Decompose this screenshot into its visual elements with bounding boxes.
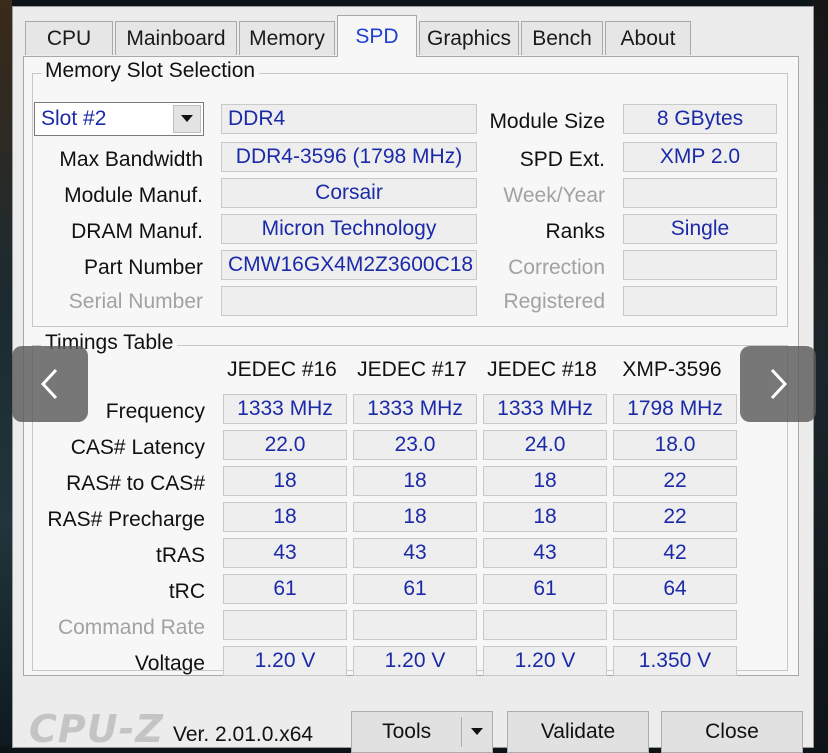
max-bandwidth-label: Max Bandwidth [59, 148, 203, 171]
version-label: Ver. 2.01.0.x64 [173, 723, 314, 746]
chevron-right-icon [770, 368, 788, 400]
module-size-label: Module Size [489, 110, 605, 133]
timing-cell: 18 [483, 466, 607, 496]
timing-cell: 61 [353, 574, 477, 604]
timing-cell [353, 610, 477, 640]
timing-cell [483, 610, 607, 640]
ranks-label: Ranks [545, 220, 605, 243]
tab-spd[interactable]: SPD [337, 15, 417, 57]
validate-button[interactable]: Validate [507, 711, 649, 753]
serial-number-label: Serial Number [68, 290, 203, 313]
tab-mainboard[interactable]: Mainboard [115, 21, 237, 55]
ranks-field: Single [623, 214, 777, 244]
correction-field [623, 250, 777, 280]
timing-row-label: Voltage [134, 652, 205, 675]
timing-cell: 18 [223, 502, 347, 532]
timing-cell: 24.0 [483, 430, 607, 460]
registered-field [623, 286, 777, 316]
tab-memory[interactable]: Memory [239, 21, 335, 55]
registered-label: Registered [503, 290, 605, 313]
timing-cell: 18 [353, 502, 477, 532]
tab-graphics[interactable]: Graphics [419, 21, 519, 55]
memory-type-field: DDR4 [221, 104, 477, 134]
timing-cell: 61 [483, 574, 607, 604]
timings-col-header: JEDEC #16 [227, 358, 337, 381]
timing-cell: 1.350 V [613, 646, 737, 676]
dram-manuf-label: DRAM Manuf. [71, 220, 203, 243]
timing-cell: 18 [483, 502, 607, 532]
timing-row-label: CAS# Latency [70, 436, 205, 459]
correction-label: Correction [508, 256, 605, 279]
tab-about[interactable]: About [605, 21, 691, 55]
timing-row-label: tRAS [155, 544, 205, 567]
timing-cell: 1333 MHz [483, 394, 607, 424]
background-left [0, 0, 12, 746]
timing-row-label: RAS# Precharge [47, 508, 205, 531]
module-size-field: 8 GBytes [623, 104, 777, 134]
chevron-down-icon[interactable] [462, 727, 492, 737]
spd-ext-field: XMP 2.0 [623, 142, 777, 172]
tab-bar: CPU Mainboard Memory SPD Graphics Bench … [23, 15, 803, 57]
close-button[interactable]: Close [661, 711, 803, 753]
next-button[interactable] [740, 346, 816, 422]
timing-cell: 22 [613, 502, 737, 532]
timing-cell: 1333 MHz [223, 394, 347, 424]
timing-cell: 18 [223, 466, 347, 496]
timing-row-label: Command Rate [57, 616, 205, 639]
timing-cell: 43 [353, 538, 477, 568]
previous-button[interactable] [12, 346, 88, 422]
timing-cell [223, 610, 347, 640]
spd-ext-label: SPD Ext. [519, 148, 605, 171]
timing-cell: 18.0 [613, 430, 737, 460]
timing-cell: 1.20 V [353, 646, 477, 676]
memory-slot-group: Memory Slot Selection Slot #2 DDR4 Modul… [32, 59, 788, 327]
timing-cell: 1798 MHz [613, 394, 737, 424]
tools-button[interactable]: Tools [351, 711, 493, 753]
tools-button-label: Tools [382, 720, 432, 743]
cpuz-window: CPU Mainboard Memory SPD Graphics Bench … [12, 6, 814, 753]
timing-cell: 43 [483, 538, 607, 568]
timings-group: Timings Table JEDEC #16 JEDEC #17 JEDEC … [32, 331, 788, 676]
timing-cell: 64 [613, 574, 737, 604]
timing-cell: 22.0 [223, 430, 347, 460]
timing-cell: 1.20 V [483, 646, 607, 676]
spd-panel: Memory Slot Selection Slot #2 DDR4 Modul… [23, 56, 799, 676]
week-year-label: Week/Year [503, 184, 605, 207]
week-year-field [623, 178, 777, 208]
timing-cell: 42 [613, 538, 737, 568]
tab-bench[interactable]: Bench [521, 21, 603, 55]
chevron-left-icon [40, 368, 58, 400]
timing-cell: 23.0 [353, 430, 477, 460]
timing-cell [613, 610, 737, 640]
timing-cell: 1.20 V [223, 646, 347, 676]
tab-cpu[interactable]: CPU [25, 21, 113, 55]
module-manuf-field: Corsair [221, 178, 477, 208]
timings-col-header: XMP-3596 [622, 358, 722, 381]
timing-row-label: tRC [168, 580, 205, 603]
slot-select-value: Slot #2 [41, 107, 107, 130]
chevron-down-icon[interactable] [173, 105, 201, 133]
cpuz-logo: CPU-Z [29, 707, 164, 751]
timings-col-header: JEDEC #17 [357, 358, 467, 381]
timing-row-label: RAS# to CAS# [66, 472, 205, 495]
memory-slot-group-title: Memory Slot Selection [41, 59, 260, 83]
timing-cell: 1333 MHz [353, 394, 477, 424]
timing-cell: 18 [353, 466, 477, 496]
timings-col-header: JEDEC #18 [487, 358, 597, 381]
module-manuf-label: Module Manuf. [64, 184, 203, 207]
serial-number-field [221, 286, 477, 316]
timing-cell: 61 [223, 574, 347, 604]
slot-select[interactable]: Slot #2 [34, 102, 204, 136]
timing-cell: 22 [613, 466, 737, 496]
part-number-field: CMW16GX4M2Z3600C18 [221, 250, 477, 280]
timing-cell: 43 [223, 538, 347, 568]
dram-manuf-field: Micron Technology [221, 214, 477, 244]
max-bandwidth-field: DDR4-3596 (1798 MHz) [221, 142, 477, 172]
part-number-label: Part Number [83, 256, 203, 279]
